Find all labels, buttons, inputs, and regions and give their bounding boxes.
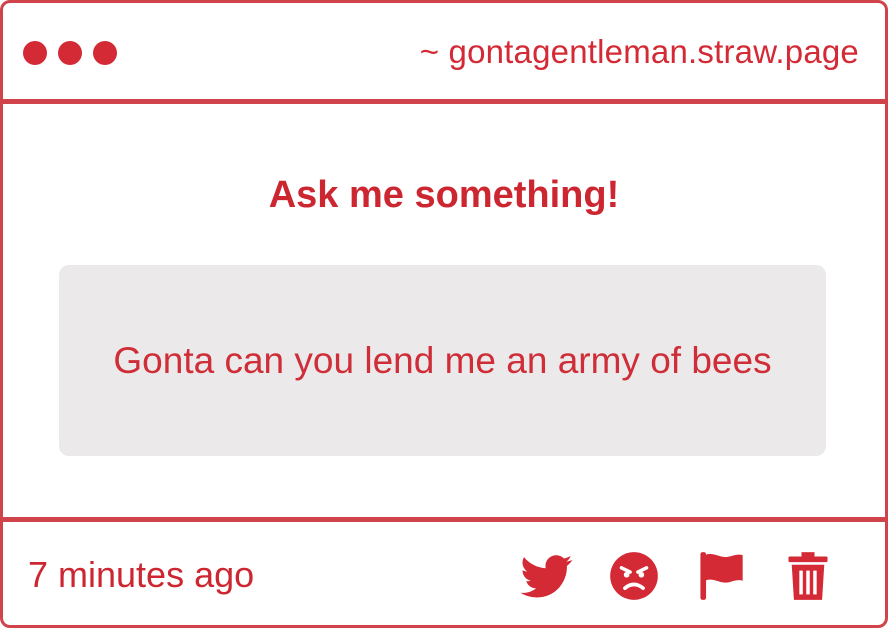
question-card: ~ gontagentleman.straw.page Ask me somet… [0,0,888,628]
question-box: Gonta can you lend me an army of bees [59,265,826,456]
trash-icon [788,552,828,600]
timestamp: 7 minutes ago [28,554,255,595]
card-header: ~ gontagentleman.straw.page [3,3,885,104]
flag-icon [700,552,743,600]
card-body: Ask me something! Gonta can you lend me … [3,104,885,517]
question-text: Gonta can you lend me an army of bees [113,339,772,381]
site-url[interactable]: ~ gontagentleman.straw.page [420,33,859,71]
report-flag-button[interactable] [692,550,750,602]
prompt-title: Ask me something! [268,174,620,216]
delete-button[interactable] [779,550,837,602]
twitter-icon [520,555,573,598]
window-dots [23,41,117,65]
angry-face-icon [610,552,658,600]
action-bar [489,550,837,602]
react-angry-button[interactable] [605,550,663,602]
card-footer: 7 minutes ago [3,517,885,625]
window-dot [58,41,82,65]
twitter-share-button[interactable] [518,550,576,602]
window-dot [93,41,117,65]
window-dot [23,41,47,65]
